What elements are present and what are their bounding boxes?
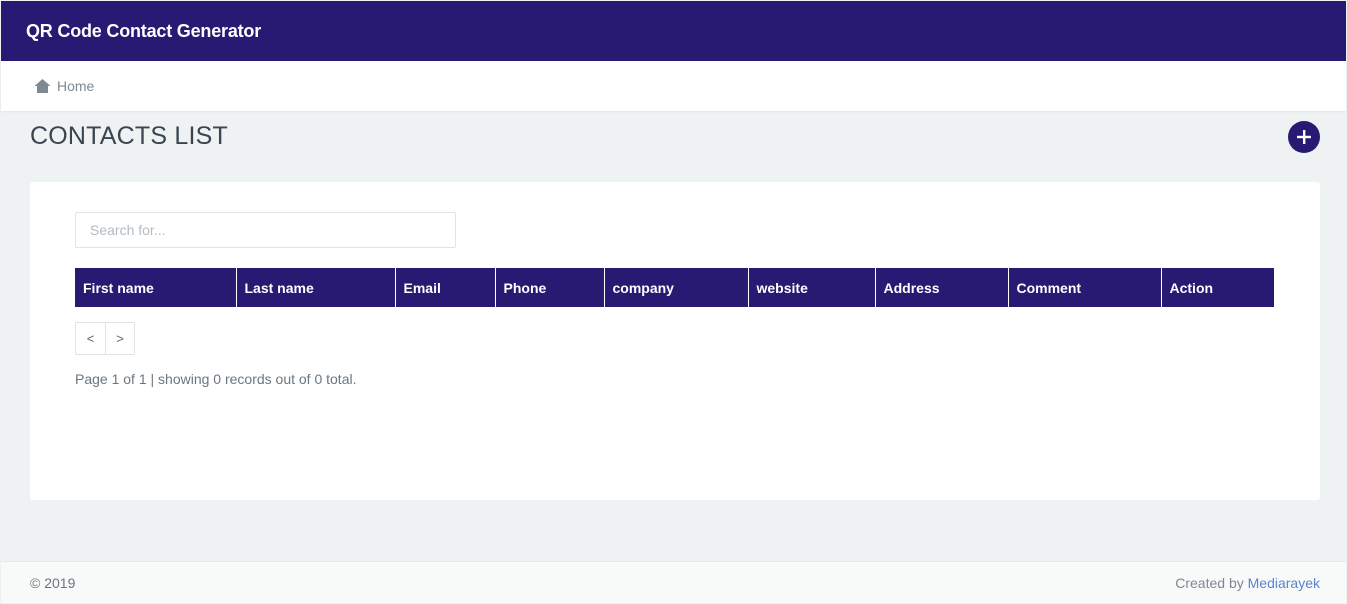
pagination: < > [75, 322, 135, 355]
breadcrumb-bar: Home [1, 61, 1346, 111]
contacts-table: First name Last name Email Phone company… [75, 268, 1274, 307]
column-header-action: Action [1161, 268, 1274, 307]
previous-page-button[interactable]: < [76, 323, 105, 354]
page-title: CONTACTS LIST [30, 122, 228, 150]
search-input[interactable] [75, 212, 456, 248]
contacts-card: First name Last name Email Phone company… [30, 182, 1320, 500]
breadcrumb-home-link[interactable]: Home [57, 78, 94, 94]
top-navbar: QR Code Contact Generator [1, 1, 1346, 61]
column-header-last-name[interactable]: Last name [236, 268, 396, 307]
column-header-email[interactable]: Email [395, 268, 496, 307]
column-header-phone[interactable]: Phone [495, 268, 605, 307]
add-contact-button[interactable] [1288, 121, 1320, 153]
copyright-text: © 2019 [30, 575, 76, 591]
pagination-info: Page 1 of 1 | showing 0 records out of 0… [75, 371, 357, 387]
plus-icon [1297, 130, 1311, 144]
table-header-row: First name Last name Email Phone company… [75, 268, 1274, 307]
created-by-label: Created by [1175, 575, 1244, 591]
column-header-first-name[interactable]: First name [75, 268, 237, 307]
column-header-address[interactable]: Address [875, 268, 1009, 307]
column-header-website[interactable]: website [748, 268, 876, 307]
app-title[interactable]: QR Code Contact Generator [26, 21, 261, 42]
footer: © 2019 Created by Mediarayek [1, 561, 1346, 603]
next-page-button[interactable]: > [105, 323, 134, 354]
column-header-company[interactable]: company [604, 268, 749, 307]
breadcrumb: Home [34, 78, 94, 94]
column-header-comment[interactable]: Comment [1008, 268, 1162, 307]
footer-credits: Created by Mediarayek [1175, 575, 1320, 591]
author-link[interactable]: Mediarayek [1248, 575, 1320, 591]
home-icon[interactable] [34, 78, 51, 94]
